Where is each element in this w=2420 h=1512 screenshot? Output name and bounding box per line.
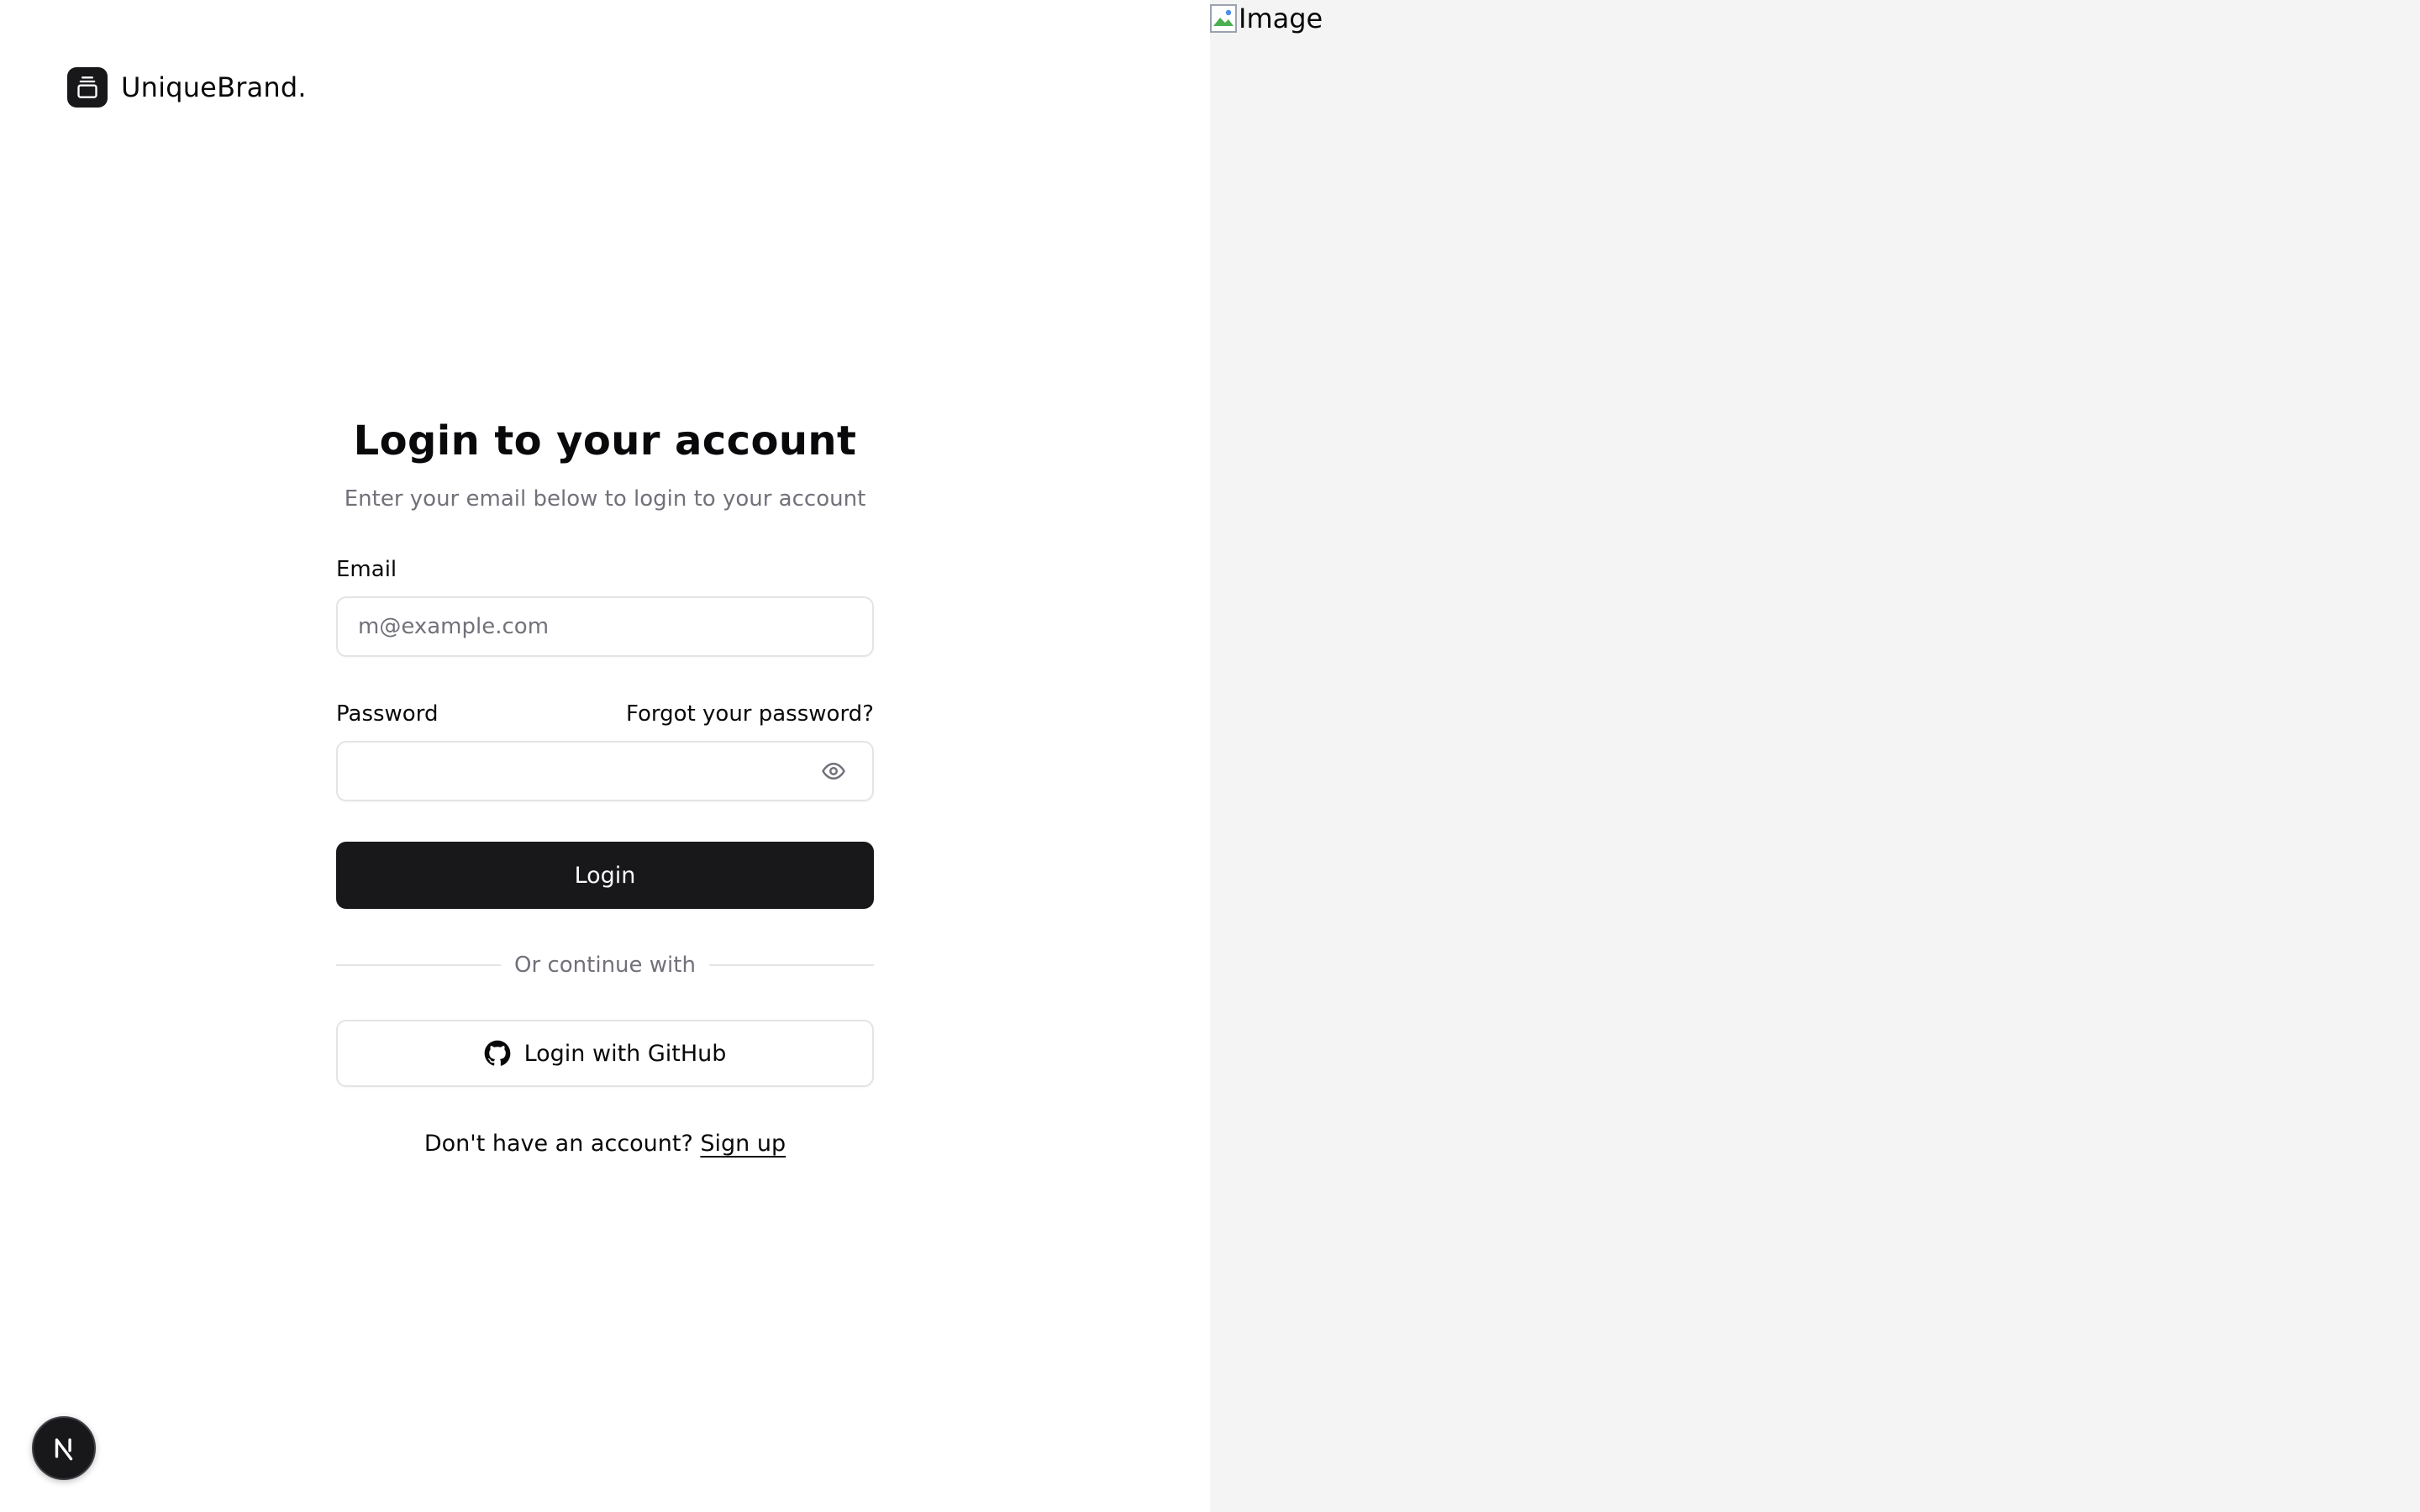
divider-line-left — [336, 964, 502, 966]
divider-text: Or continue with — [514, 953, 696, 978]
login-form: Login to your account Enter your email b… — [336, 412, 874, 1157]
hero-image-panel: Image — [1210, 0, 2420, 1512]
password-label: Password — [336, 701, 439, 727]
login-button[interactable]: Login — [336, 842, 874, 909]
page-subtitle: Enter your email below to login to your … — [344, 486, 866, 512]
login-page: UniqueBrand. Login to your account Enter… — [0, 0, 2420, 1512]
nextjs-devtools-button[interactable] — [32, 1416, 96, 1480]
broken-image-icon — [1210, 4, 1237, 33]
divider: Or continue with — [336, 953, 874, 978]
page-title: Login to your account — [353, 417, 857, 465]
github-login-button[interactable]: Login with GitHub — [336, 1020, 874, 1087]
password-input[interactable] — [358, 759, 852, 784]
password-input-box — [336, 741, 874, 801]
hero-image: Image — [1210, 0, 1323, 37]
email-field-group: Email — [336, 554, 874, 657]
brand-logo-icon — [67, 67, 108, 108]
hero-image-alt-text: Image — [1239, 3, 1323, 34]
brand-link[interactable]: UniqueBrand. — [67, 67, 307, 108]
signup-link[interactable]: Sign up — [700, 1131, 786, 1157]
password-field-group: Password Forgot your password? — [336, 699, 874, 801]
email-input[interactable] — [358, 614, 852, 639]
brand-name: UniqueBrand. — [121, 71, 307, 103]
login-panel: UniqueBrand. Login to your account Enter… — [0, 0, 1210, 1512]
email-label: Email — [336, 557, 397, 582]
eye-icon[interactable] — [820, 758, 847, 785]
forgot-password-link[interactable]: Forgot your password? — [626, 701, 874, 727]
nextjs-icon — [50, 1434, 78, 1462]
signup-row: Don't have an account? Sign up — [336, 1131, 874, 1157]
email-input-box — [336, 596, 874, 657]
github-icon — [484, 1040, 511, 1067]
github-login-label: Login with GitHub — [523, 1040, 727, 1067]
signup-prompt: Don't have an account? — [424, 1131, 701, 1157]
divider-line-right — [708, 964, 874, 966]
